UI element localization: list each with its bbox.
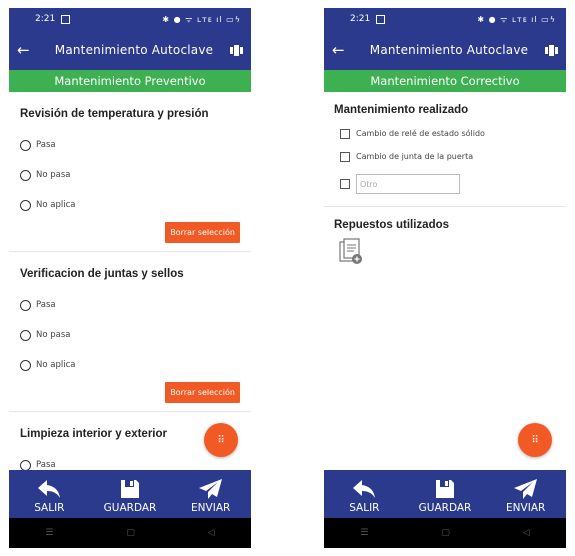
bottom-action-bar: SALIR GUARDAR ENVIAR [324,470,566,518]
status-bar: 2:21 ✱ ● ᯤ ʟᴛᴇ ıl ▭ϟ [324,8,566,30]
notification-icon [376,14,386,24]
exit-button[interactable]: SALIR [324,470,405,518]
check-other[interactable]: Otro [324,168,566,200]
exit-button[interactable]: SALIR [9,470,90,518]
section-title-parts: Repuestos utilizados [334,219,450,231]
fab-menu-button[interactable]: ⠿ [204,423,238,457]
save-button[interactable]: GUARDAR [405,470,486,518]
option-pasa[interactable]: Pasa [20,290,241,320]
save-label: GUARDAR [103,502,157,514]
radio-icon[interactable] [20,299,31,311]
clear-selection-button[interactable]: Borrar selección [165,382,240,403]
check-door-seal-change[interactable]: Cambio de junta de la puerta [324,145,566,168]
option-label: No aplica [36,200,76,210]
status-time: 2:21 [350,14,371,24]
send-label: ENVIAR [191,502,231,514]
send-button[interactable]: ENVIAR [485,470,566,518]
bottom-action-bar: SALIR GUARDAR ENVIAR [9,470,251,518]
reply-arrow-icon [38,480,61,498]
radio-icon[interactable] [20,359,31,371]
notification-icon [61,14,71,24]
option-label: No pasa [36,170,71,180]
option-label: Pasa [36,300,56,310]
option-label: No aplica [36,360,76,370]
system-nav-bar: ☰ ▢ ◁ [9,518,251,548]
fab-menu-button[interactable]: ⠿ [518,423,552,457]
dots-grid-icon: ⠿ [531,434,539,446]
question-seals: Verificacion de juntas y sellos Pasa No … [9,252,251,403]
clear-selection-button[interactable]: Borrar selección [165,222,240,243]
status-icons: ✱ ● ᯤ ʟᴛᴇ ıl ▭ϟ [477,14,556,24]
option-label: Pasa [36,140,56,150]
app-bar: ← Mantenimiento Autoclave [324,30,566,70]
save-label: GUARDAR [418,502,472,514]
back-nav-icon[interactable]: ◁ [208,528,215,538]
question-title: Revisión de temperatura y presión [20,108,209,120]
floppy-disk-icon [436,480,454,498]
check-relay-change[interactable]: Cambio de relé de estado sólido [324,122,566,145]
app-title: Mantenimiento Autoclave [369,43,529,57]
status-bar: 2:21 ✱ ● ᯤ ʟᴛᴇ ıl ▭ϟ [9,8,251,30]
option-pasa[interactable]: Pasa [20,450,241,470]
checkbox-icon[interactable] [340,128,350,139]
option-no-pasa[interactable]: No pasa [20,160,241,190]
check-label: Cambio de junta de la puerta [356,152,474,161]
dots-grid-icon: ⠿ [217,434,225,446]
send-button[interactable]: ENVIAR [170,470,251,518]
status-icons: ✱ ● ᯤ ʟᴛᴇ ıl ▭ϟ [162,14,241,24]
radio-icon[interactable] [20,329,31,341]
columns-icon[interactable] [544,44,558,56]
option-pasa[interactable]: Pasa [20,130,241,160]
section-title-maintenance: Mantenimiento realizado [334,104,469,116]
add-document-icon[interactable] [338,237,366,267]
home-icon[interactable]: ▢ [126,528,135,538]
recent-apps-icon[interactable]: ☰ [360,528,368,538]
checkbox-icon[interactable] [340,151,350,162]
check-label: Cambio de relé de estado sólido [356,129,485,138]
recent-apps-icon[interactable]: ☰ [45,528,53,538]
app-bar: ← Mantenimiento Autoclave [9,30,251,70]
form-content: Revisión de temperatura y presión Pasa N… [9,92,251,470]
status-time: 2:21 [35,14,56,24]
option-no-aplica[interactable]: No aplica [20,190,241,220]
send-label: ENVIAR [506,502,546,514]
checkbox-icon[interactable] [340,179,350,189]
question-temperature: Revisión de temperatura y presión Pasa N… [9,92,251,243]
back-arrow-icon[interactable]: ← [332,41,354,59]
option-no-aplica[interactable]: No aplica [20,350,241,380]
back-arrow-icon[interactable]: ← [17,41,39,59]
radio-icon[interactable] [20,139,31,151]
option-label: Pasa [36,460,56,470]
save-button[interactable]: GUARDAR [90,470,171,518]
option-no-pasa[interactable]: No pasa [20,320,241,350]
option-label: No pasa [36,330,71,340]
radio-icon[interactable] [20,169,31,181]
system-nav-bar: ☰ ▢ ◁ [324,518,566,548]
app-title: Mantenimiento Autoclave [54,43,214,57]
form-content: Mantenimiento realizado Cambio de relé d… [324,92,566,470]
radio-icon[interactable] [20,459,31,470]
section-banner: Mantenimiento Correctivo [324,70,566,92]
back-nav-icon[interactable]: ◁ [523,528,530,538]
phone-screen-right: 2:21 ✱ ● ᯤ ʟᴛᴇ ıl ▭ϟ ← Mantenimiento Aut… [324,8,566,548]
radio-icon[interactable] [20,199,31,211]
other-input[interactable]: Otro [356,174,460,194]
reply-arrow-icon [353,480,376,498]
home-icon[interactable]: ▢ [441,528,450,538]
section-banner: Mantenimiento Preventivo [9,70,251,92]
paper-plane-icon [513,479,537,499]
floppy-disk-icon [121,480,139,498]
paper-plane-icon [198,479,222,499]
phone-screen-left: 2:21 ✱ ● ᯤ ʟᴛᴇ ıl ▭ϟ ← Mantenimiento Aut… [9,8,251,548]
question-title: Verificacion de juntas y sellos [20,268,184,280]
columns-icon[interactable] [229,44,243,56]
exit-label: SALIR [34,502,65,514]
exit-label: SALIR [349,502,380,514]
